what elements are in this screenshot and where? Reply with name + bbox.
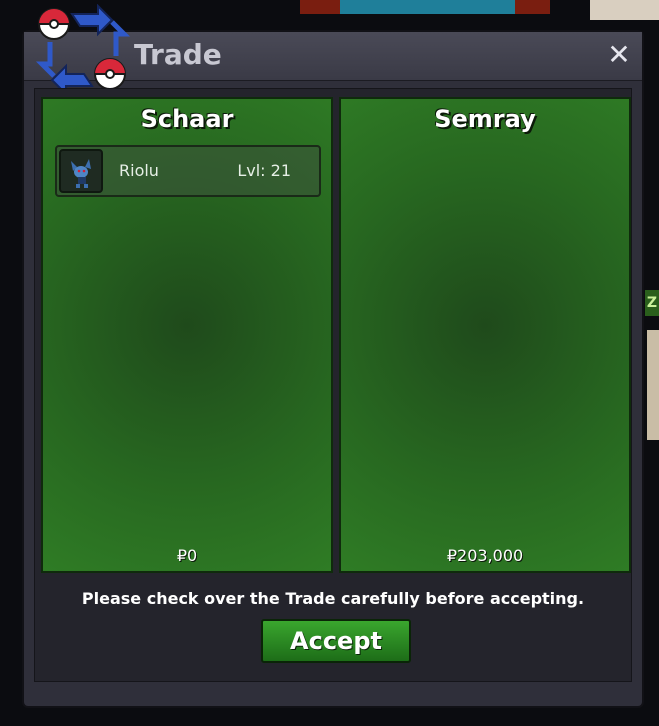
close-icon[interactable]: ✕ xyxy=(604,40,634,70)
pokemon-level: Lvl: 21 xyxy=(237,161,291,180)
window-title: Trade xyxy=(134,38,222,71)
pokemon-name: Riolu xyxy=(119,161,159,180)
pokemon-list-item[interactable]: Riolu Lvl: 21 xyxy=(55,145,321,197)
riolu-sprite-icon xyxy=(71,159,91,188)
trade-content: Schaar Riolu Lvl: 21 ₽0 Semray ₽203,000 … xyxy=(34,88,632,682)
right-money-amount: ₽203,000 xyxy=(446,546,524,565)
background-fragment xyxy=(647,330,659,440)
trade-notice: Please check over the Trade carefully be… xyxy=(81,589,585,608)
trade-pokeball-arrows-icon xyxy=(35,4,131,94)
accept-button[interactable]: Accept xyxy=(261,619,411,663)
right-offer-panel: Semray ₽203,000 xyxy=(339,97,631,573)
background-fragment xyxy=(340,0,515,14)
right-player-name: Semray xyxy=(434,105,536,133)
background-fragment xyxy=(590,0,659,20)
left-offer-panel: Schaar Riolu Lvl: 21 ₽0 xyxy=(41,97,333,573)
background-fragment xyxy=(515,0,550,14)
background-side-label: Z xyxy=(645,290,659,316)
riolu-icon xyxy=(59,149,103,193)
trade-window: Trade ✕ Schaar Riolu Lvl: 21 ₽0 Semray ₽… xyxy=(22,4,644,708)
left-money-amount: ₽0 xyxy=(176,546,198,565)
left-player-name: Schaar xyxy=(140,105,234,133)
